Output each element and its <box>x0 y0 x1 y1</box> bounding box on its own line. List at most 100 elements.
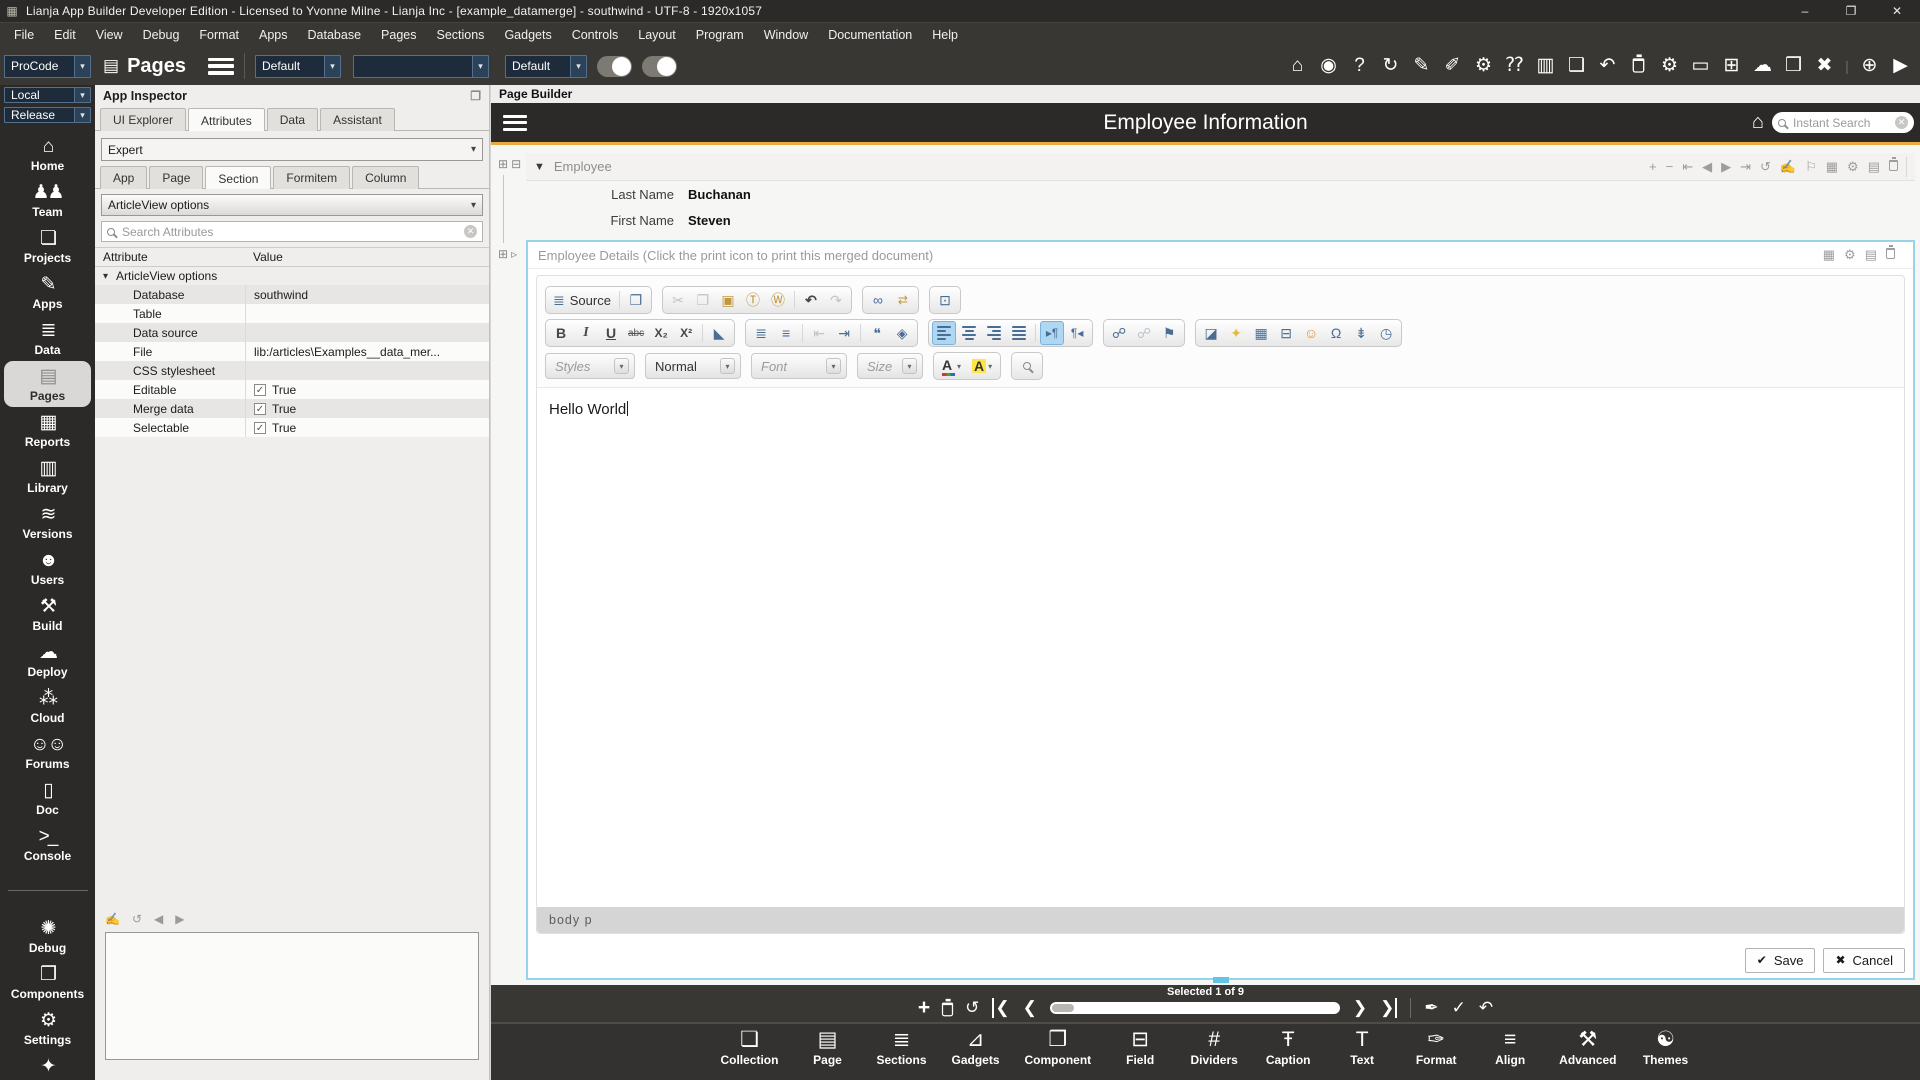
page-menu-icon[interactable] <box>503 114 527 131</box>
align-right-button[interactable] <box>982 321 1006 345</box>
remove-format-icon[interactable]: ◣ <box>707 321 731 345</box>
attribute-row[interactable]: Merge data ✓ True <box>95 399 489 418</box>
insert-table-icon[interactable]: ▦ <box>1249 321 1273 345</box>
save-icon[interactable]: ❑ <box>1561 51 1592 81</box>
tab-assistant[interactable]: Assistant <box>320 108 395 131</box>
sidebar-item-console[interactable]: >_ Console <box>0 821 95 867</box>
menu-layout[interactable]: Layout <box>628 28 686 42</box>
attribute-value[interactable]: lib:/articles\Examples__data_mer... <box>254 345 440 359</box>
collapse-all-icon[interactable]: ⊟ <box>511 157 521 171</box>
dock-text[interactable]: T Text <box>1337 1027 1387 1080</box>
local-dropdown[interactable]: Local ▾ <box>4 87 91 103</box>
attribute-row[interactable]: Table ✓ <box>95 304 489 323</box>
attribute-row[interactable]: Data source ✓ <box>95 323 489 342</box>
text-direction-ltr-icon[interactable]: ▸¶ <box>1040 321 1065 345</box>
next-record-icon[interactable]: ❯ <box>1353 998 1367 1018</box>
style-dropdown-3[interactable]: Default ▾ <box>505 54 587 78</box>
refresh-icon[interactable]: ↺ <box>1760 157 1771 177</box>
refresh-icon[interactable]: ↺ <box>132 912 142 926</box>
toggle-switch-2[interactable] <box>642 55 677 77</box>
keyboard-icon[interactable]: ▦ <box>1823 245 1835 265</box>
text-color-button[interactable]: A ▾ <box>937 354 966 378</box>
sidebar-item-cloud[interactable]: ⁂ Cloud <box>0 683 95 729</box>
text-file-icon[interactable]: ✐ <box>1437 51 1468 81</box>
tab-data[interactable]: Data <box>266 108 319 131</box>
font-dropdown[interactable]: Font ▾ <box>751 353 847 379</box>
menu-help[interactable]: Help <box>922 28 968 42</box>
styles-dropdown[interactable]: Styles ▾ <box>545 353 635 379</box>
expert-dropdown[interactable]: Expert ▾ <box>101 138 483 161</box>
edit-icon[interactable]: ✍ <box>1780 157 1796 177</box>
attribute-row[interactable]: Selectable ✓ True <box>95 418 489 437</box>
minimize-button[interactable]: – <box>1782 0 1828 22</box>
dock-dividers[interactable]: # Dividers <box>1189 1027 1239 1080</box>
last-record-icon[interactable]: ⇥ <box>1740 157 1751 177</box>
trash-icon[interactable] <box>1623 51 1654 81</box>
maximize-button[interactable]: ❐ <box>1828 0 1874 22</box>
subscript-button[interactable]: X₂ <box>649 321 673 345</box>
first-record-icon[interactable]: ⇤ <box>1682 157 1693 177</box>
attribute-value[interactable]: True <box>272 383 296 397</box>
save-button[interactable]: ✔ Save <box>1744 947 1816 973</box>
align-left-button[interactable] <box>932 321 957 345</box>
italic-button[interactable]: I <box>574 321 598 345</box>
sidebar-item-data[interactable]: ≣ Data <box>0 315 95 361</box>
attribute-group-row[interactable]: ▾ ArticleView options <box>95 267 489 285</box>
prev-record-icon[interactable]: ❮ <box>1023 998 1037 1018</box>
add-record-icon[interactable]: + <box>1649 157 1657 177</box>
remove-record-icon[interactable]: − <box>1666 157 1674 177</box>
background-color-button[interactable]: A ▾ <box>967 354 997 378</box>
record-scrollbar[interactable] <box>1049 1002 1340 1014</box>
undo-icon[interactable]: ↶ <box>1479 998 1493 1018</box>
prev-record-icon[interactable]: ◀ <box>1702 157 1712 177</box>
bold-button[interactable]: B <box>549 321 573 345</box>
sidebar-item-settings[interactable]: ⚙ Settings <box>0 1005 95 1051</box>
menu-apps[interactable]: Apps <box>249 28 298 42</box>
unlink-icon[interactable]: ☍ <box>1132 321 1156 345</box>
menu-sections[interactable]: Sections <box>426 28 494 42</box>
font-size-dropdown[interactable]: Size ▾ <box>857 353 923 379</box>
preview-icon[interactable] <box>1015 354 1039 378</box>
menu-debug[interactable]: Debug <box>133 28 190 42</box>
add-record-icon[interactable]: + <box>918 997 930 1018</box>
menu-view[interactable]: View <box>86 28 133 42</box>
attribute-row[interactable]: Editable ✓ True <box>95 380 489 399</box>
copy-icon[interactable]: ❐ <box>691 288 715 312</box>
scrollbar-thumb[interactable] <box>1051 1004 1074 1012</box>
dock-collection[interactable]: ❏ Collection <box>720 1027 778 1080</box>
align-justify-button[interactable] <box>1007 321 1031 345</box>
menu-documentation[interactable]: Documentation <box>818 28 922 42</box>
paste-text-icon[interactable]: Ⓣ <box>741 288 765 312</box>
close-app-icon[interactable]: ✖ <box>1809 51 1840 81</box>
underline-button[interactable]: U <box>599 321 623 345</box>
next-record-icon[interactable]: ▶ <box>1721 157 1731 177</box>
attribute-value[interactable]: True <box>272 402 296 416</box>
sync-icon[interactable]: ↻ <box>1375 51 1406 81</box>
close-button[interactable]: ✕ <box>1874 0 1920 22</box>
find-icon[interactable]: ∞ <box>866 288 890 312</box>
toggle-switch-1[interactable] <box>597 55 632 77</box>
special-char-icon[interactable]: Ω <box>1324 321 1348 345</box>
menu-format[interactable]: Format <box>189 28 249 42</box>
dock-themes[interactable]: ☯ Themes <box>1641 1027 1691 1080</box>
workspace-menu-icon[interactable] <box>208 57 234 75</box>
release-dropdown[interactable]: Release ▾ <box>4 107 91 123</box>
sidebar-item-debug[interactable]: ✺ Debug <box>0 913 95 959</box>
ordered-list-icon[interactable]: ≣ <box>749 321 773 345</box>
iframe-icon[interactable]: ◷ <box>1374 321 1398 345</box>
sidebar-item-doc[interactable]: ▯ Doc <box>0 775 95 821</box>
blockquote-icon[interactable]: ❝ <box>865 321 889 345</box>
outdent-icon[interactable]: ⇤ <box>807 321 831 345</box>
field-value[interactable]: Steven <box>688 213 731 228</box>
trash-icon[interactable] <box>942 998 954 1016</box>
editor-content[interactable]: Hello World <box>537 388 1904 907</box>
horizontal-rule-icon[interactable]: ⊟ <box>1274 321 1298 345</box>
last-record-icon[interactable]: ❯ <box>1380 998 1398 1018</box>
section-resize-handle[interactable] <box>1212 977 1229 983</box>
menu-window[interactable]: Window <box>754 28 818 42</box>
div-container-icon[interactable]: ◈ <box>890 321 914 345</box>
home-icon[interactable]: ⌂ <box>1282 51 1313 81</box>
dock-advanced[interactable]: ⚒ Advanced <box>1559 1027 1616 1080</box>
bullet-list-icon[interactable]: ≡ <box>774 321 798 345</box>
insert-flash-icon[interactable]: ✦ <box>1224 321 1248 345</box>
